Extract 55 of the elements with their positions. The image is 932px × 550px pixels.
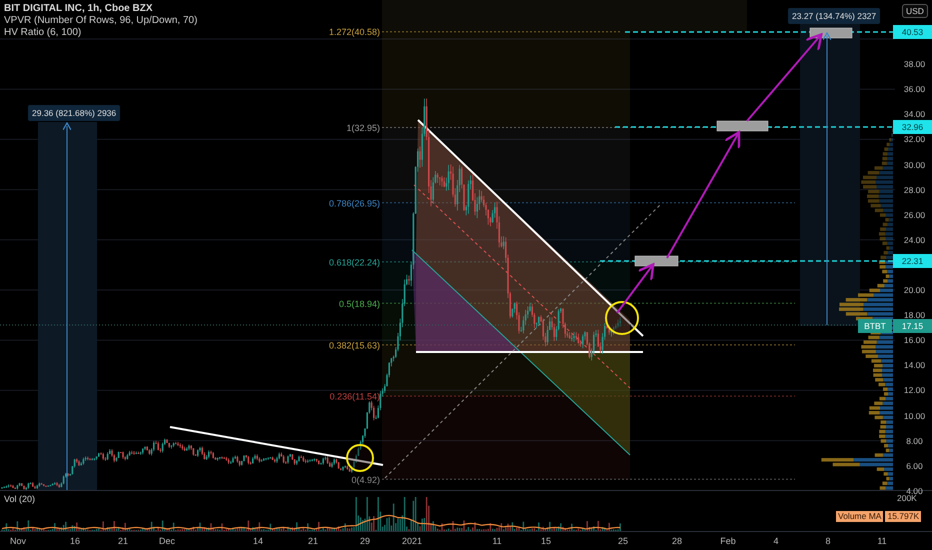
price-tick: 10.00 bbox=[902, 410, 926, 422]
fib-level-label: 0(4.92) bbox=[351, 474, 380, 485]
time-tick: 28 bbox=[670, 536, 683, 546]
price-tick: 8.00 bbox=[905, 434, 924, 448]
time-tick: 29 bbox=[358, 536, 371, 546]
price-label: 32.96 bbox=[893, 120, 932, 134]
volume-scale-tick: 200K bbox=[897, 493, 917, 503]
time-tick: 14 bbox=[252, 536, 264, 546]
time-tick: 8 bbox=[824, 536, 832, 546]
fib-level-label: 0.618(22.24) bbox=[328, 257, 380, 268]
price-tick: 14.00 bbox=[902, 359, 926, 372]
time-tick: 16 bbox=[68, 536, 81, 546]
chart-title: BIT DIGITAL INC, 1h, Cboe BZX bbox=[4, 3, 154, 14]
fib-level-label: 1(32.95) bbox=[346, 122, 380, 133]
time-tick: 4 bbox=[772, 536, 780, 546]
price-tick: 30.00 bbox=[902, 158, 926, 172]
time-tick: 11 bbox=[876, 536, 888, 546]
price-tick: 12.00 bbox=[902, 384, 926, 398]
price-label: 22.31 bbox=[893, 254, 932, 268]
price-tick: 34.00 bbox=[902, 108, 926, 122]
measurement-label: 23.27 (134.74%) 2327 bbox=[788, 8, 880, 24]
fib-level-label: 0.382(15.63) bbox=[328, 340, 380, 350]
fib-level-label: 0.236(11.54) bbox=[330, 392, 380, 402]
measurement-label: 29.36 (821.68%) 2936 bbox=[28, 105, 120, 121]
time-tick: 11 bbox=[491, 536, 503, 546]
time-tick: Feb bbox=[719, 536, 737, 546]
time-tick: 2021 bbox=[400, 536, 424, 546]
volume-ma-value: 15.797K bbox=[885, 511, 922, 522]
price-tick: 28.00 bbox=[902, 184, 926, 197]
time-tick: 25 bbox=[616, 536, 629, 546]
price-tick: 4.00 bbox=[906, 484, 924, 496]
fib-level-label: 1.272(40.58) bbox=[328, 27, 380, 38]
indicator-label: HV Ratio (6, 100) bbox=[4, 27, 82, 38]
price-tick: 6.00 bbox=[905, 460, 924, 473]
time-tick: 15 bbox=[540, 536, 552, 546]
time-tick: 21 bbox=[116, 536, 129, 546]
volume-ma-label: Volume MA bbox=[836, 511, 884, 522]
time-tick: 21 bbox=[306, 536, 319, 546]
price-tick: 38.00 bbox=[902, 58, 926, 72]
price-tick: 36.00 bbox=[902, 83, 926, 96]
currency-button[interactable]: USD bbox=[902, 4, 928, 18]
symbol-badge: BTBT bbox=[858, 318, 892, 333]
price-tick: 24.00 bbox=[902, 234, 926, 247]
fib-level-label: 0.786(26.95) bbox=[328, 198, 380, 208]
price-tick: 26.00 bbox=[902, 208, 926, 222]
price-label: 40.53 bbox=[893, 25, 932, 40]
time-tick: Dec bbox=[158, 536, 176, 546]
indicator-label: VPVR (Number Of Rows, 96, Up/Down, 70) bbox=[4, 15, 198, 26]
price-tick: 20.00 bbox=[902, 284, 926, 297]
price-tick: 16.00 bbox=[902, 334, 926, 348]
price-tick: 32.00 bbox=[902, 133, 926, 146]
fib-level-label: 0.5(18.94) bbox=[338, 298, 380, 309]
time-tick: Nov bbox=[8, 536, 27, 546]
pane-title: Vol (20) bbox=[4, 494, 36, 504]
price-label: 17.15 bbox=[893, 318, 932, 333]
